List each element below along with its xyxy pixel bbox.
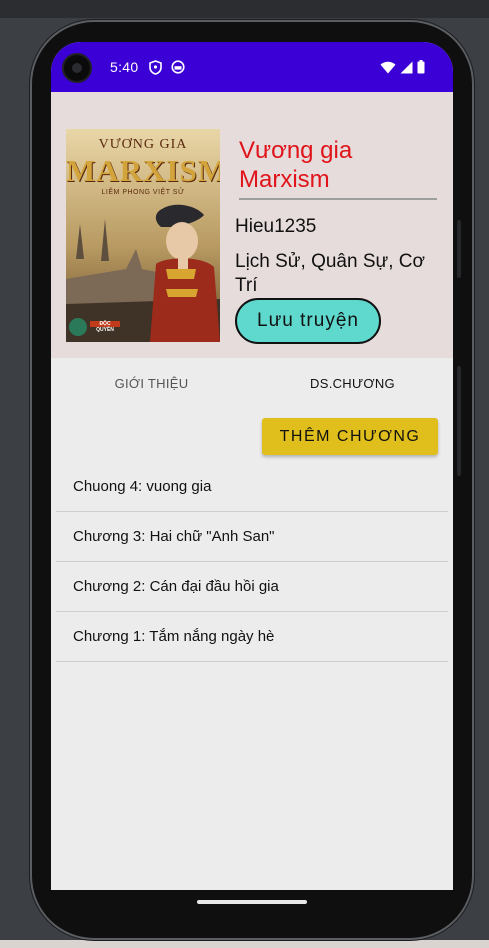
chapter-list-item[interactable]: Chương 1: Tắm nắng ngày hè — [56, 612, 448, 662]
book-title: Vương gia Marxism — [239, 136, 437, 200]
circle-icon — [171, 60, 185, 79]
emulator-bottom-strip — [0, 940, 489, 948]
book-author: Hieu1235 — [235, 216, 317, 237]
cover-badge: ĐỘC QUYỀN — [96, 321, 114, 333]
tab-introduction[interactable]: GIỚI THIỆU — [51, 358, 252, 408]
chapter-list-item[interactable]: Chương 2: Cán đại đầu hồi gia — [56, 562, 448, 612]
battery-icon — [417, 60, 425, 79]
phone-side-button — [457, 220, 461, 278]
book-genres: Lịch Sử, Quân Sự, Cơ Trí — [235, 251, 425, 296]
signal-icon — [400, 61, 413, 79]
status-time: 5:40 — [110, 59, 139, 75]
emulator-top-band — [0, 0, 489, 18]
wifi-icon — [380, 61, 396, 79]
cover-subtitle: LIÊM PHONG VIỆT SỬ — [101, 189, 185, 196]
phone-screen: 5:40 VƯƠNG GIA MARXISM LIÊM PHONG VIỆT S… — [51, 42, 453, 890]
phone-volume-button — [457, 366, 461, 476]
chapter-list-item[interactable]: Chuong 4: vuong gia — [56, 462, 448, 512]
home-indicator[interactable] — [197, 900, 307, 904]
desktop-background: 5:40 VƯƠNG GIA MARXISM LIÊM PHONG VIỆT S… — [0, 0, 489, 948]
book-header: VƯƠNG GIA MARXISM LIÊM PHONG VIỆT SỬ ĐỘC… — [51, 92, 453, 358]
tab-bar: GIỚI THIỆU DS.CHƯƠNG — [51, 358, 453, 408]
book-cover-image: VƯƠNG GIA MARXISM LIÊM PHONG VIỆT SỬ ĐỘC… — [66, 129, 220, 342]
cover-title-line1: VƯƠNG GIA — [98, 137, 188, 152]
add-chapter-button[interactable]: THÊM CHƯƠNG — [262, 418, 438, 455]
navigation-bar — [51, 890, 453, 918]
status-bar: 5:40 — [51, 42, 453, 92]
cover-title-line2: MARXISM — [66, 153, 220, 188]
status-icons-right — [380, 60, 425, 79]
tab-chapter-list[interactable]: DS.CHƯƠNG — [252, 358, 453, 408]
shield-icon — [149, 60, 162, 80]
chapter-list: Chuong 4: vuong gia Chương 3: Hai chữ "A… — [56, 462, 448, 662]
save-story-button[interactable]: Lưu truyện — [235, 298, 381, 344]
chapter-list-item[interactable]: Chương 3: Hai chữ "Anh San" — [56, 512, 448, 562]
camera-icon — [64, 55, 90, 81]
